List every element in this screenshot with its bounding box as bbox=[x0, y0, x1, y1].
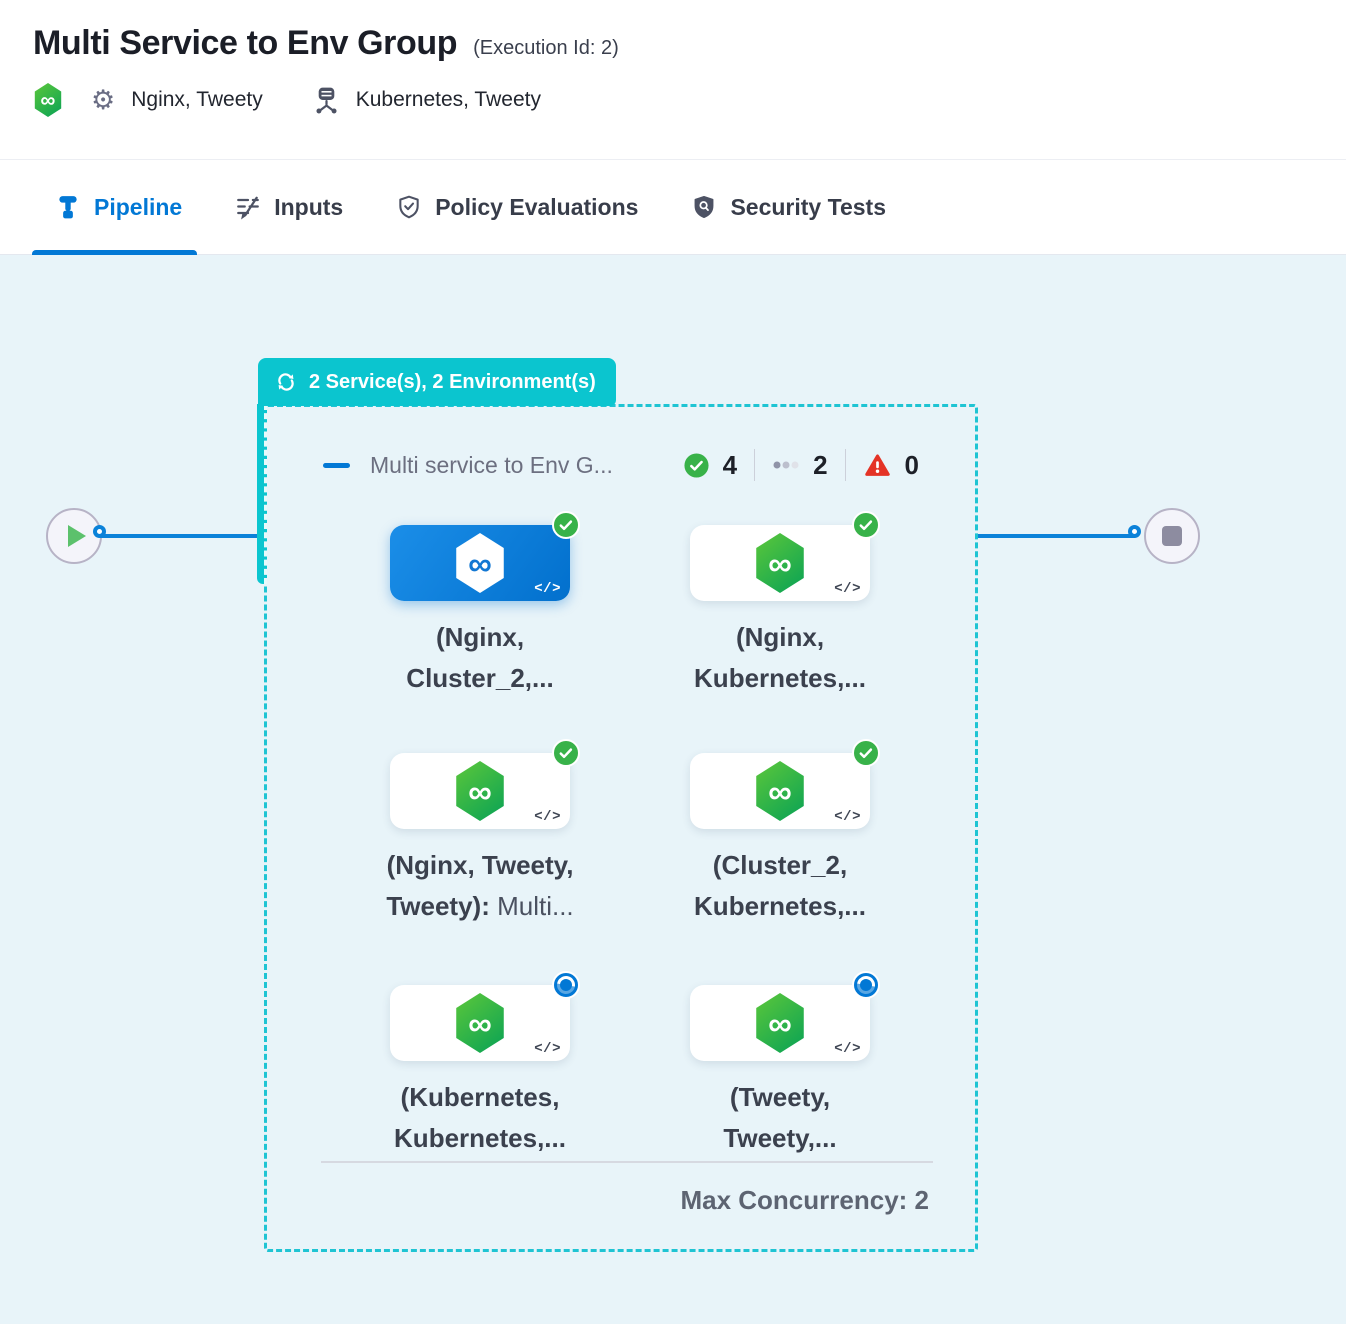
pipeline-start-node[interactable] bbox=[46, 508, 102, 564]
code-icon: </> bbox=[534, 809, 561, 825]
connector-dot-left bbox=[93, 525, 106, 538]
max-concurrency-label: Max Concurrency: 2 bbox=[680, 1185, 929, 1216]
services-environments-badge-label: 2 Service(s), 2 Environment(s) bbox=[309, 371, 596, 394]
harness-step-icon: ∞ bbox=[753, 993, 807, 1053]
tab-bar: Pipeline Inputs Policy Eval bbox=[0, 160, 1346, 255]
success-badge-icon bbox=[852, 739, 880, 767]
matrix-node-cell: ∞ </> (Tweety, Tweety,... bbox=[640, 985, 920, 1159]
services-gear-icon: ⚙ bbox=[91, 85, 115, 116]
matrix-node-cell: ∞ </> (Nginx, Kubernetes,... bbox=[640, 525, 920, 699]
stage-footer-divider bbox=[321, 1161, 933, 1163]
code-icon: </> bbox=[834, 809, 861, 825]
loop-icon bbox=[274, 370, 298, 394]
tab-inputs-label: Inputs bbox=[274, 194, 343, 221]
code-icon: </> bbox=[834, 1041, 861, 1057]
matrix-node-cell: ∞ </> (Nginx, Cluster_2,... bbox=[340, 525, 620, 699]
node-label: (Nginx, Kubernetes,... bbox=[640, 617, 920, 699]
services-environments-badge: 2 Service(s), 2 Environment(s) bbox=[258, 358, 616, 406]
tab-pipeline-label: Pipeline bbox=[94, 194, 182, 221]
node-card[interactable]: ∞ </> bbox=[390, 753, 570, 829]
running-dots-icon bbox=[772, 453, 800, 477]
page-title: Multi Service to Env Group bbox=[33, 24, 457, 63]
node-label: (Nginx, Cluster_2,... bbox=[340, 617, 620, 699]
matrix-node-cell: ∞ </> (Cluster_2, Kubernetes,... bbox=[640, 753, 920, 927]
success-badge-icon bbox=[552, 739, 580, 767]
harness-step-icon: ∞ bbox=[453, 993, 507, 1053]
harness-step-icon: ∞ bbox=[453, 533, 507, 593]
warning-triangle-icon bbox=[863, 452, 892, 479]
running-count: 2 bbox=[813, 450, 827, 481]
connector-line-right bbox=[978, 534, 1135, 538]
harness-step-icon: ∞ bbox=[753, 533, 807, 593]
pipeline-execution-page: Multi Service to Env Group (Execution Id… bbox=[0, 0, 1346, 1324]
node-card[interactable]: ∞ </> bbox=[690, 525, 870, 601]
running-spinner-icon bbox=[552, 971, 580, 999]
tab-inputs[interactable]: Inputs bbox=[235, 160, 343, 254]
inputs-icon bbox=[235, 194, 261, 220]
harness-logo-icon: ∞ bbox=[33, 83, 63, 117]
node-card[interactable]: ∞ </> bbox=[390, 525, 570, 601]
node-label: (Kubernetes, Kubernetes,... bbox=[340, 1077, 620, 1159]
matrix-node-cell: ∞ </> (Nginx, Tweety, Tweety): Multi... bbox=[340, 753, 620, 927]
connector-dot-right bbox=[1128, 525, 1141, 538]
tab-policy-evaluations[interactable]: Policy Evaluations bbox=[396, 160, 638, 254]
tab-policy-evaluations-label: Policy Evaluations bbox=[435, 194, 638, 221]
collapse-stage-button[interactable] bbox=[323, 463, 350, 468]
node-label: (Cluster_2, Kubernetes,... bbox=[640, 845, 920, 927]
shield-search-icon bbox=[691, 194, 717, 220]
count-separator bbox=[754, 449, 755, 481]
pipeline-icon bbox=[55, 194, 81, 220]
shield-check-icon bbox=[396, 194, 422, 220]
success-badge-icon bbox=[552, 511, 580, 539]
success-count: 4 bbox=[723, 450, 737, 481]
execution-id: (Execution Id: 2) bbox=[473, 37, 619, 60]
services-list: Nginx, Tweety bbox=[131, 88, 263, 112]
stage-header: Multi service to Env G... 4 bbox=[323, 444, 919, 486]
environments-icon bbox=[313, 86, 340, 115]
running-spinner-icon bbox=[852, 971, 880, 999]
node-card[interactable]: ∞ </> bbox=[690, 753, 870, 829]
failed-count: 0 bbox=[905, 450, 919, 481]
tab-pipeline[interactable]: Pipeline bbox=[55, 160, 182, 254]
environments-list: Kubernetes, Tweety bbox=[356, 88, 541, 112]
harness-step-icon: ∞ bbox=[753, 761, 807, 821]
group-left-strip bbox=[257, 404, 267, 584]
node-label: (Nginx, Tweety, Tweety): Multi... bbox=[340, 845, 620, 927]
node-label: (Tweety, Tweety,... bbox=[640, 1077, 920, 1159]
success-badge-icon bbox=[852, 511, 880, 539]
tab-security-tests[interactable]: Security Tests bbox=[691, 160, 886, 254]
node-card[interactable]: ∞ </> bbox=[690, 985, 870, 1061]
check-circle-icon bbox=[683, 452, 710, 479]
pipeline-canvas: 2 Service(s), 2 Environment(s) Multi ser… bbox=[0, 255, 1346, 1324]
app-header: Multi Service to Env Group (Execution Id… bbox=[0, 0, 1346, 160]
code-icon: </> bbox=[834, 581, 861, 597]
stage-status-counts: 4 2 bbox=[683, 449, 919, 481]
matrix-node-cell: ∞ </> (Kubernetes, Kubernetes,... bbox=[340, 985, 620, 1159]
pipeline-end-node[interactable] bbox=[1144, 508, 1200, 564]
stop-icon bbox=[1162, 526, 1182, 546]
count-separator bbox=[845, 449, 846, 481]
stage-name[interactable]: Multi service to Env G... bbox=[370, 452, 683, 479]
header-meta-row: ∞ ⚙ Nginx, Tweety Kubernetes, Tweety bbox=[33, 83, 1313, 117]
title-row: Multi Service to Env Group (Execution Id… bbox=[33, 24, 1313, 63]
connector-line-left bbox=[100, 534, 258, 538]
node-card[interactable]: ∞ </> bbox=[390, 985, 570, 1061]
tab-security-tests-label: Security Tests bbox=[730, 194, 886, 221]
code-icon: </> bbox=[534, 581, 561, 597]
harness-step-icon: ∞ bbox=[453, 761, 507, 821]
code-icon: </> bbox=[534, 1041, 561, 1057]
play-icon bbox=[68, 525, 86, 547]
stage-group-box: Multi service to Env G... 4 bbox=[264, 404, 978, 1252]
